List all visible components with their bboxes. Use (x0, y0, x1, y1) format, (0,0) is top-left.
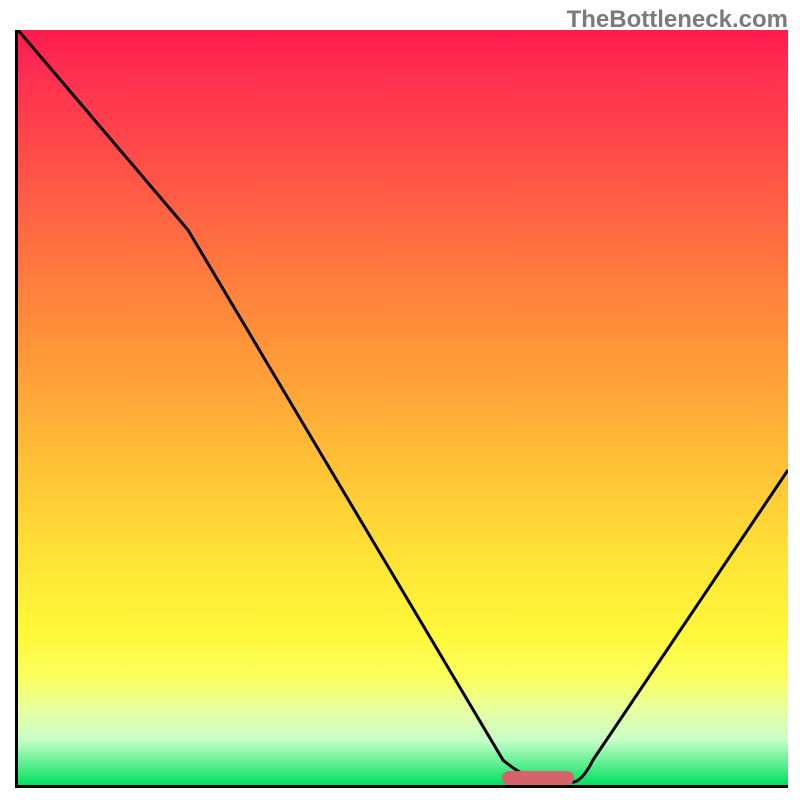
watermark-text: TheBottleneck.com (567, 6, 788, 34)
optimal-range-marker (502, 771, 574, 785)
bottleneck-curve (18, 30, 788, 785)
chart-plot-area (15, 30, 788, 788)
